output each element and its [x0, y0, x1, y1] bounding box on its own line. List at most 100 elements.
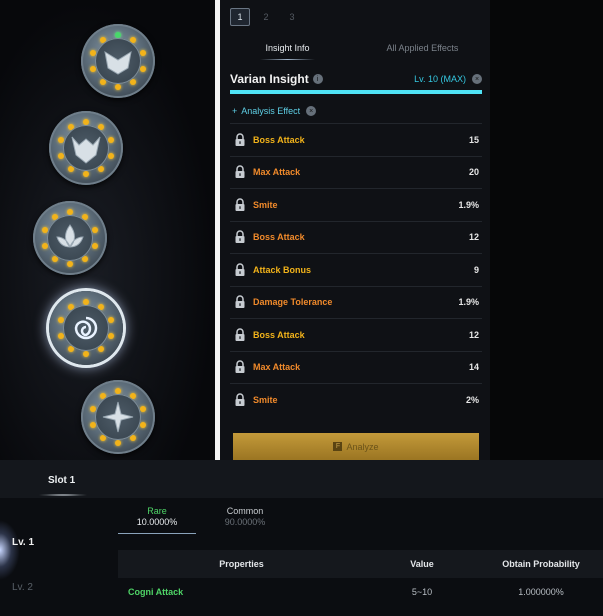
slot-tab-bar: Slot 1: [0, 460, 603, 498]
rune-dot: [115, 84, 121, 90]
effect-value: 15: [468, 134, 479, 145]
medallion-4[interactable]: [49, 291, 123, 365]
tab-insight-info[interactable]: Insight Info: [220, 36, 355, 60]
effect-row[interactable]: Smite 2%: [230, 383, 482, 416]
lock-icon[interactable]: [233, 327, 247, 343]
level-list: [0, 500, 105, 616]
analysis-effect-label: Analysis Effect: [241, 106, 301, 116]
effect-name: Damage Tolerance: [253, 297, 333, 308]
table-header: Properties Value Obtain Probability: [118, 550, 603, 578]
medallion-2[interactable]: [49, 111, 123, 185]
lock-icon[interactable]: [233, 164, 247, 180]
effect-name: Boss Attack: [253, 232, 305, 243]
effect-row[interactable]: Boss Attack 12: [230, 220, 482, 254]
rarity-tab-rare[interactable]: Rare 10.0000%: [118, 506, 196, 534]
level-item-2[interactable]: Lv. 2: [12, 582, 33, 593]
page-tab-1[interactable]: 1: [230, 8, 250, 26]
rarity-percent: 90.0000%: [224, 517, 266, 527]
effect-list: Boss Attack 15 Max Attack 20 Smite 1.9% Boss A…: [230, 123, 482, 416]
rarity-name: Rare: [147, 506, 167, 516]
effect-value: 1.9%: [458, 199, 479, 210]
effect-row[interactable]: Smite 1.9%: [230, 188, 482, 221]
medallion-core: [63, 125, 109, 171]
insight-header: Varian Insight i Lv. 10 (MAX) ×: [230, 70, 482, 88]
plus-icon: +: [232, 106, 238, 116]
effect-row[interactable]: Attack Bonus 9: [230, 253, 482, 286]
lock-icon[interactable]: [233, 359, 247, 375]
key-hint-icon: F: [333, 442, 343, 451]
effect-name: Smite: [253, 199, 278, 210]
page-tab-3[interactable]: 3: [282, 8, 302, 26]
star-crest-icon: [102, 401, 134, 433]
analyze-label: Analyze: [346, 441, 379, 452]
effect-value: 2%: [465, 394, 479, 405]
page-tab-2[interactable]: 2: [256, 8, 276, 26]
analyze-button[interactable]: F Analyze: [233, 433, 479, 460]
medallion-core: [63, 305, 109, 351]
mask-crest-icon: [104, 50, 132, 75]
medallion-1[interactable]: [81, 24, 155, 98]
level-item-1[interactable]: Lv. 1: [12, 537, 34, 548]
effect-value: 12: [468, 329, 479, 340]
insight-progress-fill: [230, 90, 482, 94]
slot-section: Slot 1 Lv. 1 Lv. 2 Rare 10.0000% Common 90.…: [0, 460, 603, 616]
properties-table: Properties Value Obtain Probability Cogn…: [118, 550, 603, 606]
effect-row[interactable]: Damage Tolerance 1.9%: [230, 285, 482, 319]
cell-probability: 1.000000%: [518, 587, 564, 597]
rarity-tab-common[interactable]: Common 90.0000%: [206, 506, 284, 534]
screen: 1 2 3 Insight Info All Applied Effects V…: [0, 0, 603, 616]
medallion-5[interactable]: [81, 380, 155, 454]
effect-row[interactable]: Boss Attack 12: [230, 318, 482, 351]
rune-dot: [67, 261, 73, 267]
rarity-tabs: Rare 10.0000% Common 90.0000%: [118, 506, 284, 534]
lock-icon[interactable]: [233, 229, 247, 245]
close-icon[interactable]: ×: [472, 74, 482, 84]
insight-progress-bar: [230, 90, 482, 94]
effect-value: 14: [468, 362, 479, 373]
close-icon[interactable]: ×: [306, 106, 317, 116]
lock-icon[interactable]: [233, 132, 247, 148]
effect-name: Boss Attack: [253, 329, 305, 340]
effect-value: 9: [473, 264, 479, 275]
lock-icon[interactable]: [233, 262, 247, 278]
lotus-crest-icon: [56, 224, 84, 248]
info-icon[interactable]: i: [312, 74, 323, 84]
effect-name: Boss Attack: [253, 134, 305, 145]
lock-icon[interactable]: [233, 392, 247, 408]
lock-icon[interactable]: [233, 294, 247, 310]
effect-name: Max Attack: [253, 362, 301, 373]
medallion-column: [0, 0, 215, 460]
effect-row[interactable]: Max Attack 14: [230, 350, 482, 384]
lock-icon[interactable]: [233, 197, 247, 213]
rune-dot: [83, 351, 89, 357]
header-properties: Properties: [219, 559, 264, 569]
insight-level: Lv. 10 (MAX): [414, 74, 466, 84]
tab-all-applied-effects[interactable]: All Applied Effects: [355, 36, 490, 60]
header-value: Value: [410, 559, 434, 569]
medallion-core: [47, 215, 93, 261]
effect-value: 1.9%: [458, 297, 479, 308]
medallion-core: [95, 38, 141, 84]
rune-dot: [115, 440, 121, 446]
slot-tab-indicator: [38, 494, 88, 496]
effect-name: Max Attack: [253, 167, 301, 178]
table-row: Cogni Attack 5~10 1.000000%: [118, 578, 603, 606]
rarity-name: Common: [226, 506, 264, 516]
effect-row[interactable]: Max Attack 20: [230, 155, 482, 189]
slot-1-tab[interactable]: Slot 1: [48, 475, 75, 486]
medallion-3[interactable]: [33, 201, 107, 275]
analysis-effect-header: + Analysis Effect ×: [232, 104, 317, 118]
insight-title: Varian Insight: [230, 72, 309, 86]
cell-property: Cogni Attack: [128, 587, 184, 597]
cell-value: 5~10: [411, 587, 433, 597]
rune-dot: [83, 171, 89, 177]
effect-row[interactable]: Boss Attack 15: [230, 123, 482, 156]
beast-crest-icon: [71, 136, 101, 164]
effect-value: 12: [468, 232, 479, 243]
effect-value: 20: [468, 167, 479, 178]
effect-name: Smite: [253, 394, 278, 405]
info-tabs: Insight Info All Applied Effects: [220, 36, 490, 60]
rarity-percent: 10.0000%: [136, 517, 178, 527]
right-backdrop: [490, 0, 603, 460]
medallion-core: [95, 394, 141, 440]
